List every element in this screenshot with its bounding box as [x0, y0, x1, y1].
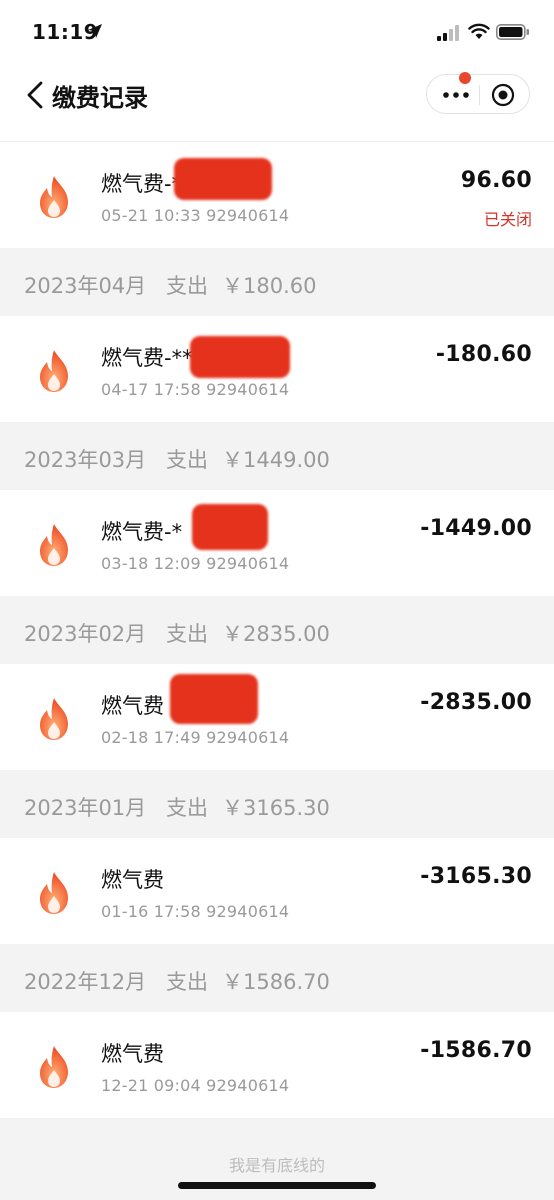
target-icon[interactable] — [491, 83, 515, 107]
flame-icon — [40, 350, 68, 392]
month-total: ￥1449.00 — [222, 448, 330, 472]
month-label: 2023年01月 — [24, 796, 147, 820]
back-chevron-icon[interactable] — [24, 80, 46, 110]
record-subtitle: 04-17 17:58 92940614 — [101, 380, 290, 399]
month-header: 2023年02月 支出 ￥2835.00 — [0, 596, 554, 664]
record-title: 燃气费 — [101, 1042, 164, 1066]
record-subtitle: 12-21 09:04 92940614 — [101, 1076, 290, 1095]
home-indicator[interactable] — [178, 1182, 376, 1189]
capsule-divider — [479, 85, 480, 105]
list-item[interactable]: 燃气费 02-18 17:49 92940614 -2835.00 — [0, 664, 554, 770]
status-badge: 已关闭 — [483, 210, 532, 229]
flame-icon — [40, 176, 68, 218]
record-amount: 96.60 — [460, 168, 532, 193]
expense-label: 支出 — [166, 274, 208, 298]
mini-program-capsule — [426, 72, 530, 114]
month-header: 2023年01月 支出 ￥3165.30 — [0, 770, 554, 838]
redaction-mark — [192, 504, 268, 550]
page-title: 缴费记录 — [52, 84, 148, 112]
end-of-list-text: 我是有底线的 — [228, 1156, 325, 1175]
battery-icon — [496, 24, 529, 40]
month-header: 2023年04月 支出 ￥180.60 — [0, 248, 554, 316]
record-amount: -180.60 — [435, 342, 532, 367]
payment-list: 燃气费-* 05-21 10:33 92940614 96.60 已关闭 202… — [0, 142, 554, 1118]
redaction-mark — [170, 674, 258, 724]
flame-icon — [40, 872, 68, 914]
record-subtitle: 01-16 17:58 92940614 — [101, 902, 290, 921]
record-amount: -1449.00 — [420, 516, 532, 541]
expense-label: 支出 — [166, 448, 208, 472]
month-label: 2023年02月 — [24, 622, 147, 646]
redaction-mark — [174, 158, 272, 200]
record-title: 燃气费 — [101, 694, 164, 718]
record-amount: -3165.30 — [420, 864, 532, 889]
flame-icon — [40, 524, 68, 566]
expense-label: 支出 — [166, 796, 208, 820]
month-label: 2022年12月 — [24, 970, 147, 994]
month-total: ￥180.60 — [222, 274, 317, 298]
record-subtitle: 05-21 10:33 92940614 — [101, 206, 290, 225]
status-bar: 11:19 — [0, 0, 554, 66]
flame-icon — [40, 698, 68, 740]
month-label: 2023年04月 — [24, 274, 147, 298]
more-icon[interactable] — [441, 87, 471, 103]
record-title: 燃气费 — [101, 868, 164, 892]
expense-label: 支出 — [166, 970, 208, 994]
month-total: ￥3165.30 — [222, 796, 330, 820]
month-header: 2023年03月 支出 ￥1449.00 — [0, 422, 554, 490]
month-total: ￥2835.00 — [222, 622, 330, 646]
nav-bar: 缴费记录 — [0, 66, 554, 142]
wifi-icon — [468, 23, 490, 39]
month-header: 2022年12月 支出 ￥1586.70 — [0, 944, 554, 1012]
record-title: 燃气费-* — [101, 172, 183, 196]
signal-icon — [437, 25, 459, 41]
list-item[interactable]: 燃气费 01-16 17:58 92940614 -3165.30 — [0, 838, 554, 944]
list-item[interactable]: 燃气费-* 03-18 12:09 92940614 -1449.00 — [0, 490, 554, 596]
list-item[interactable]: 燃气费-* 05-21 10:33 92940614 96.60 已关闭 — [0, 142, 554, 248]
record-subtitle: 02-18 17:49 92940614 — [101, 728, 290, 747]
record-amount: -2835.00 — [420, 690, 532, 715]
record-amount: -1586.70 — [420, 1038, 532, 1063]
list-item[interactable]: 燃气费-** 04-17 17:58 92940614 -180.60 — [0, 316, 554, 422]
list-item[interactable]: 燃气费 12-21 09:04 92940614 -1586.70 — [0, 1012, 554, 1118]
expense-label: 支出 — [166, 622, 208, 646]
record-title: 燃气费-** — [101, 346, 193, 370]
flame-icon — [40, 1046, 68, 1088]
month-label: 2023年03月 — [24, 448, 147, 472]
record-subtitle: 03-18 12:09 92940614 — [101, 554, 290, 573]
redaction-mark — [190, 336, 290, 378]
month-total: ￥1586.70 — [222, 970, 330, 994]
location-arrow-icon — [88, 24, 102, 38]
notification-dot — [459, 72, 471, 84]
record-title: 燃气费-* — [101, 520, 183, 544]
